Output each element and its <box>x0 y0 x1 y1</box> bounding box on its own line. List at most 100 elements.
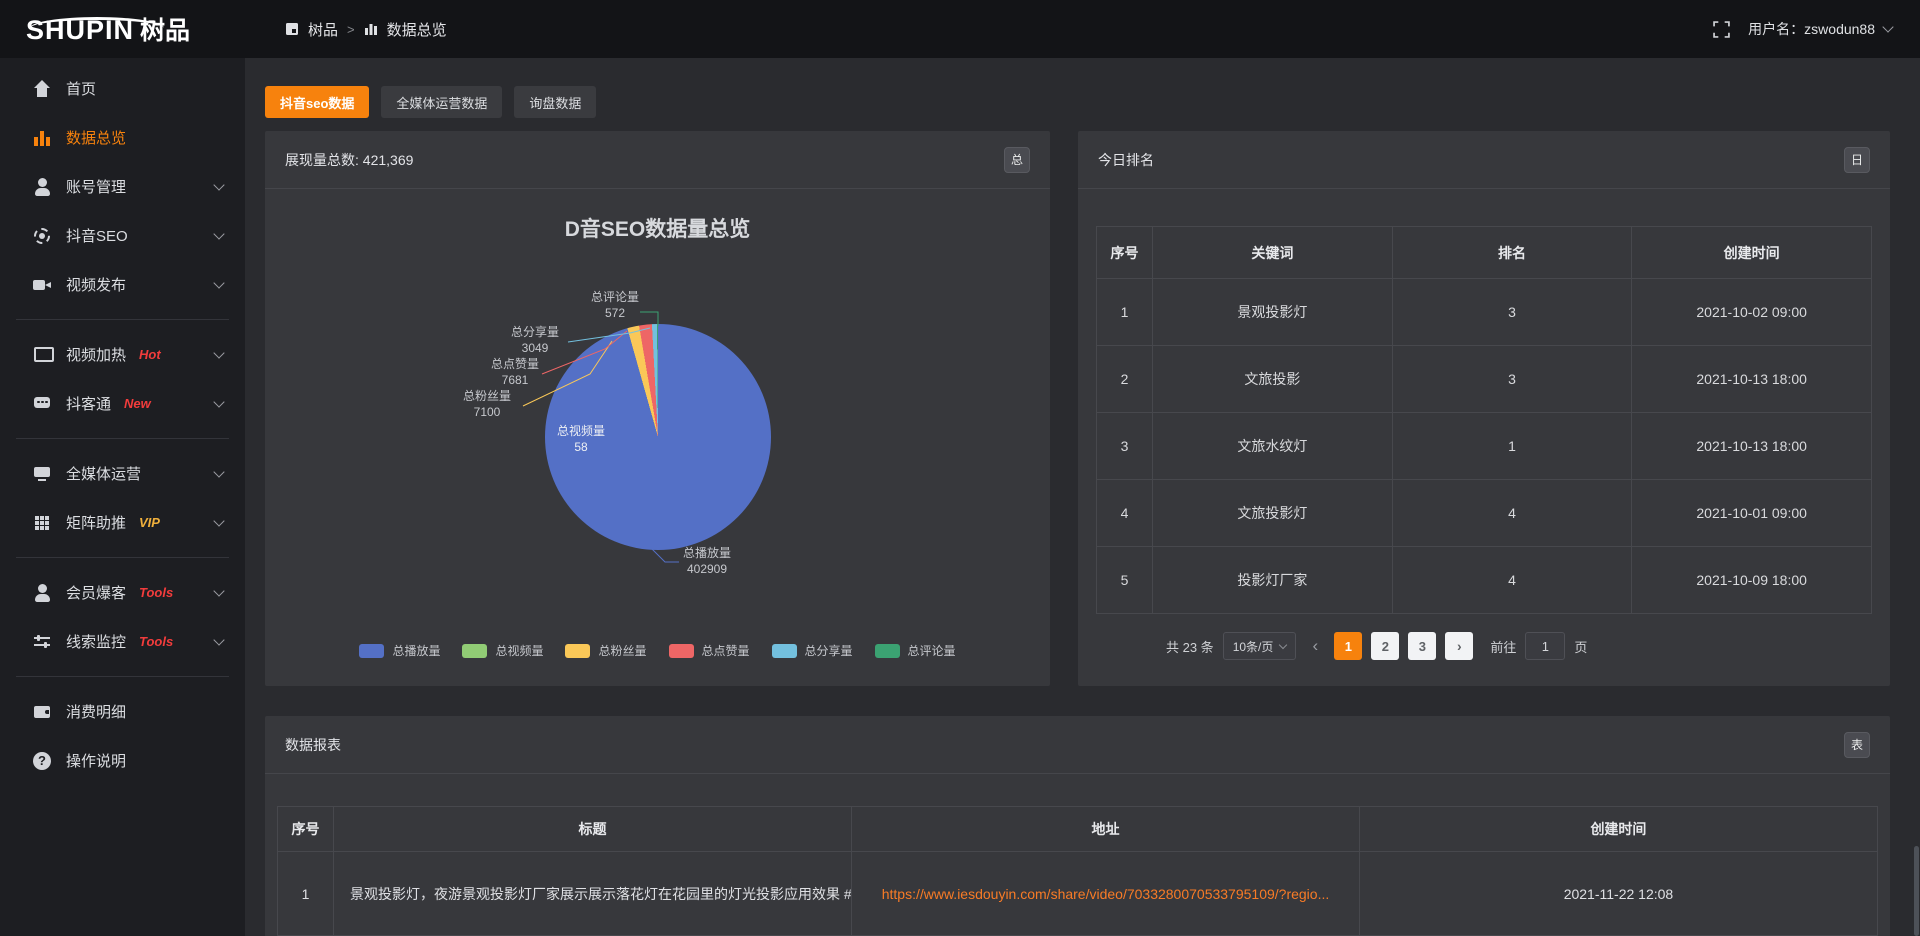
page-size-select[interactable]: 10条/页 <box>1223 632 1297 660</box>
sidebar-item-label: 线索监控 <box>66 631 126 652</box>
total-view-button[interactable]: 总 <box>1004 147 1030 173</box>
cell-keyword: 文旅投影 <box>1153 346 1393 413</box>
main-content: 抖音seo数据全媒体运营数据询盘数据 展现量总数: 421,369 总 D音SE… <box>245 58 1920 936</box>
legend-item[interactable]: 总视频量 <box>462 642 543 659</box>
fullscreen-icon[interactable] <box>1713 21 1730 38</box>
pie-label-shares: 总分享量3049 <box>485 324 585 356</box>
sidebar-item[interactable]: 矩阵助推 VIP <box>0 498 245 547</box>
sidebar-item[interactable]: 账号管理 <box>0 162 245 211</box>
pie-label-comments: 总评论量572 <box>565 289 665 321</box>
data-tab[interactable]: 询盘数据 <box>514 86 596 118</box>
sidebar-item[interactable]: 数据总览 <box>0 113 245 162</box>
sidebar-item[interactable]: 消费明细 <box>0 687 245 736</box>
goto-label: 前往 <box>1490 637 1516 656</box>
legend-item[interactable]: 总粉丝量 <box>565 642 646 659</box>
impressions-total-label: 展现量总数: 421,369 <box>285 150 413 170</box>
sidebar: 首页 数据总览 账号管理 抖音SEO 视频发布 视频加热 Hot <box>0 58 245 936</box>
sidebar-item[interactable]: 线索监控 Tools <box>0 617 245 666</box>
table-row: 1 景观投影灯 3 2021-10-02 09:00 <box>1097 279 1872 346</box>
table-row: 3 文旅水纹灯 1 2021-10-13 18:00 <box>1097 413 1872 480</box>
page-number-button[interactable]: 1 <box>1334 632 1362 660</box>
sidebar-item-label: 抖客通 <box>66 393 111 414</box>
bar-chart-icon <box>32 128 52 148</box>
cell-rank: 3 <box>1393 346 1633 413</box>
day-view-button[interactable]: 日 <box>1844 147 1870 173</box>
legend-label: 总评论量 <box>908 642 956 659</box>
chevron-down-icon <box>213 228 224 239</box>
scrollbar-thumb[interactable] <box>1914 846 1919 936</box>
data-tab[interactable]: 抖音seo数据 <box>265 86 369 118</box>
user-menu[interactable]: 用户名：zswodun88 <box>1748 19 1892 39</box>
ranking-table-header: 序号关键词排名创建时间 <box>1097 227 1872 279</box>
chat-icon <box>32 394 52 414</box>
legend-item[interactable]: 总评论量 <box>875 642 956 659</box>
app-square-icon <box>285 22 299 36</box>
chevron-down-icon <box>1279 641 1287 649</box>
chevron-down-icon <box>213 396 224 407</box>
legend-item[interactable]: 总点赞量 <box>669 642 750 659</box>
cell-keyword: 景观投影灯 <box>1153 279 1393 346</box>
legend-label: 总粉丝量 <box>598 642 646 659</box>
cell-index: 1 <box>278 852 334 936</box>
legend-swatch <box>772 644 797 658</box>
sidebar-item-badge: VIP <box>139 515 160 530</box>
legend-label: 总视频量 <box>495 642 543 659</box>
legend-swatch <box>669 644 694 658</box>
page-number-button[interactable]: 2 <box>1371 632 1399 660</box>
cell-index: 1 <box>1097 279 1153 346</box>
ranking-table-body: 1 景观投影灯 3 2021-10-02 09:00 2 文旅投影 3 2021… <box>1097 279 1872 614</box>
table-view-button[interactable]: 表 <box>1844 732 1870 758</box>
sidebar-item-label: 消费明细 <box>66 701 126 722</box>
sidebar-item[interactable]: 会员爆客 Tools <box>0 568 245 617</box>
cell-keyword: 投影灯厂家 <box>1153 547 1393 614</box>
cell-keyword: 文旅投影灯 <box>1153 480 1393 547</box>
data-report-panel: 数据报表 表 序号标题地址创建时间 1 景观投影灯，夜游景观投影灯厂家展示展示落… <box>265 716 1890 936</box>
column-header: 地址 <box>852 807 1360 852</box>
cell-created-time: 2021-10-13 18:00 <box>1632 413 1872 480</box>
sidebar-item[interactable]: 全媒体运营 <box>0 449 245 498</box>
sidebar-item[interactable]: 首页 <box>0 64 245 113</box>
home-icon <box>32 79 52 99</box>
prev-page-button[interactable]: ‹ <box>1305 632 1325 660</box>
column-header: 关键词 <box>1153 227 1393 279</box>
chevron-down-icon <box>213 179 224 190</box>
sidebar-item-label: 视频发布 <box>66 274 126 295</box>
legend-swatch <box>462 644 487 658</box>
pie-label-videos: 总视频量58 <box>531 423 631 455</box>
chevron-down-icon <box>213 277 224 288</box>
next-page-button[interactable]: › <box>1445 632 1473 660</box>
column-header: 排名 <box>1393 227 1633 279</box>
sidebar-item[interactable]: 视频加热 Hot <box>0 330 245 379</box>
goto-page-input[interactable] <box>1525 632 1565 660</box>
chevron-down-icon <box>213 634 224 645</box>
today-ranking-panel: 今日排名 日 序号关键词排名创建时间 1 景观投影灯 3 2021-10 <box>1078 131 1890 686</box>
breadcrumb-root[interactable]: 树品 <box>308 19 338 40</box>
page-unit-label: 页 <box>1574 637 1587 656</box>
pie-label-fans: 总粉丝量7100 <box>437 388 537 420</box>
sidebar-item-badge: New <box>124 396 151 411</box>
gear-icon <box>32 226 52 246</box>
video-link[interactable]: https://www.iesdouyin.com/share/video/70… <box>882 886 1330 902</box>
cell-index: 3 <box>1097 413 1153 480</box>
sidebar-item[interactable]: 视频发布 <box>0 260 245 309</box>
chart-legend: 总播放量 总视频量 总粉丝量 总点赞量 总分享量 <box>265 642 1050 659</box>
table-row: 5 投影灯厂家 4 2021-10-09 18:00 <box>1097 547 1872 614</box>
table-row: 1 景观投影灯，夜游景观投影灯厂家展示展示落花灯在花园里的灯光投影应用效果 # … <box>278 852 1878 936</box>
sidebar-item[interactable]: 抖客通 New <box>0 379 245 428</box>
breadcrumb-current: 数据总览 <box>387 19 447 40</box>
screen-icon <box>32 345 52 365</box>
report-table-body: 1 景观投影灯，夜游景观投影灯厂家展示展示落花灯在花园里的灯光投影应用效果 # … <box>278 852 1878 936</box>
legend-item[interactable]: 总播放量 <box>359 642 440 659</box>
wallet-icon <box>32 702 52 722</box>
grid-icon <box>32 513 52 533</box>
legend-item[interactable]: 总分享量 <box>772 642 853 659</box>
legend-label: 总点赞量 <box>702 642 750 659</box>
page-number-button[interactable]: 3 <box>1408 632 1436 660</box>
sidebar-item[interactable]: 抖音SEO <box>0 211 245 260</box>
table-row: 4 文旅投影灯 4 2021-10-01 09:00 <box>1097 480 1872 547</box>
data-tab[interactable]: 全媒体运营数据 <box>381 86 502 118</box>
sidebar-item[interactable]: 操作说明 <box>0 736 245 785</box>
sidebar-item-label: 矩阵助推 <box>66 512 126 533</box>
page-buttons: 123 <box>1334 632 1436 660</box>
column-header: 创建时间 <box>1360 807 1878 852</box>
